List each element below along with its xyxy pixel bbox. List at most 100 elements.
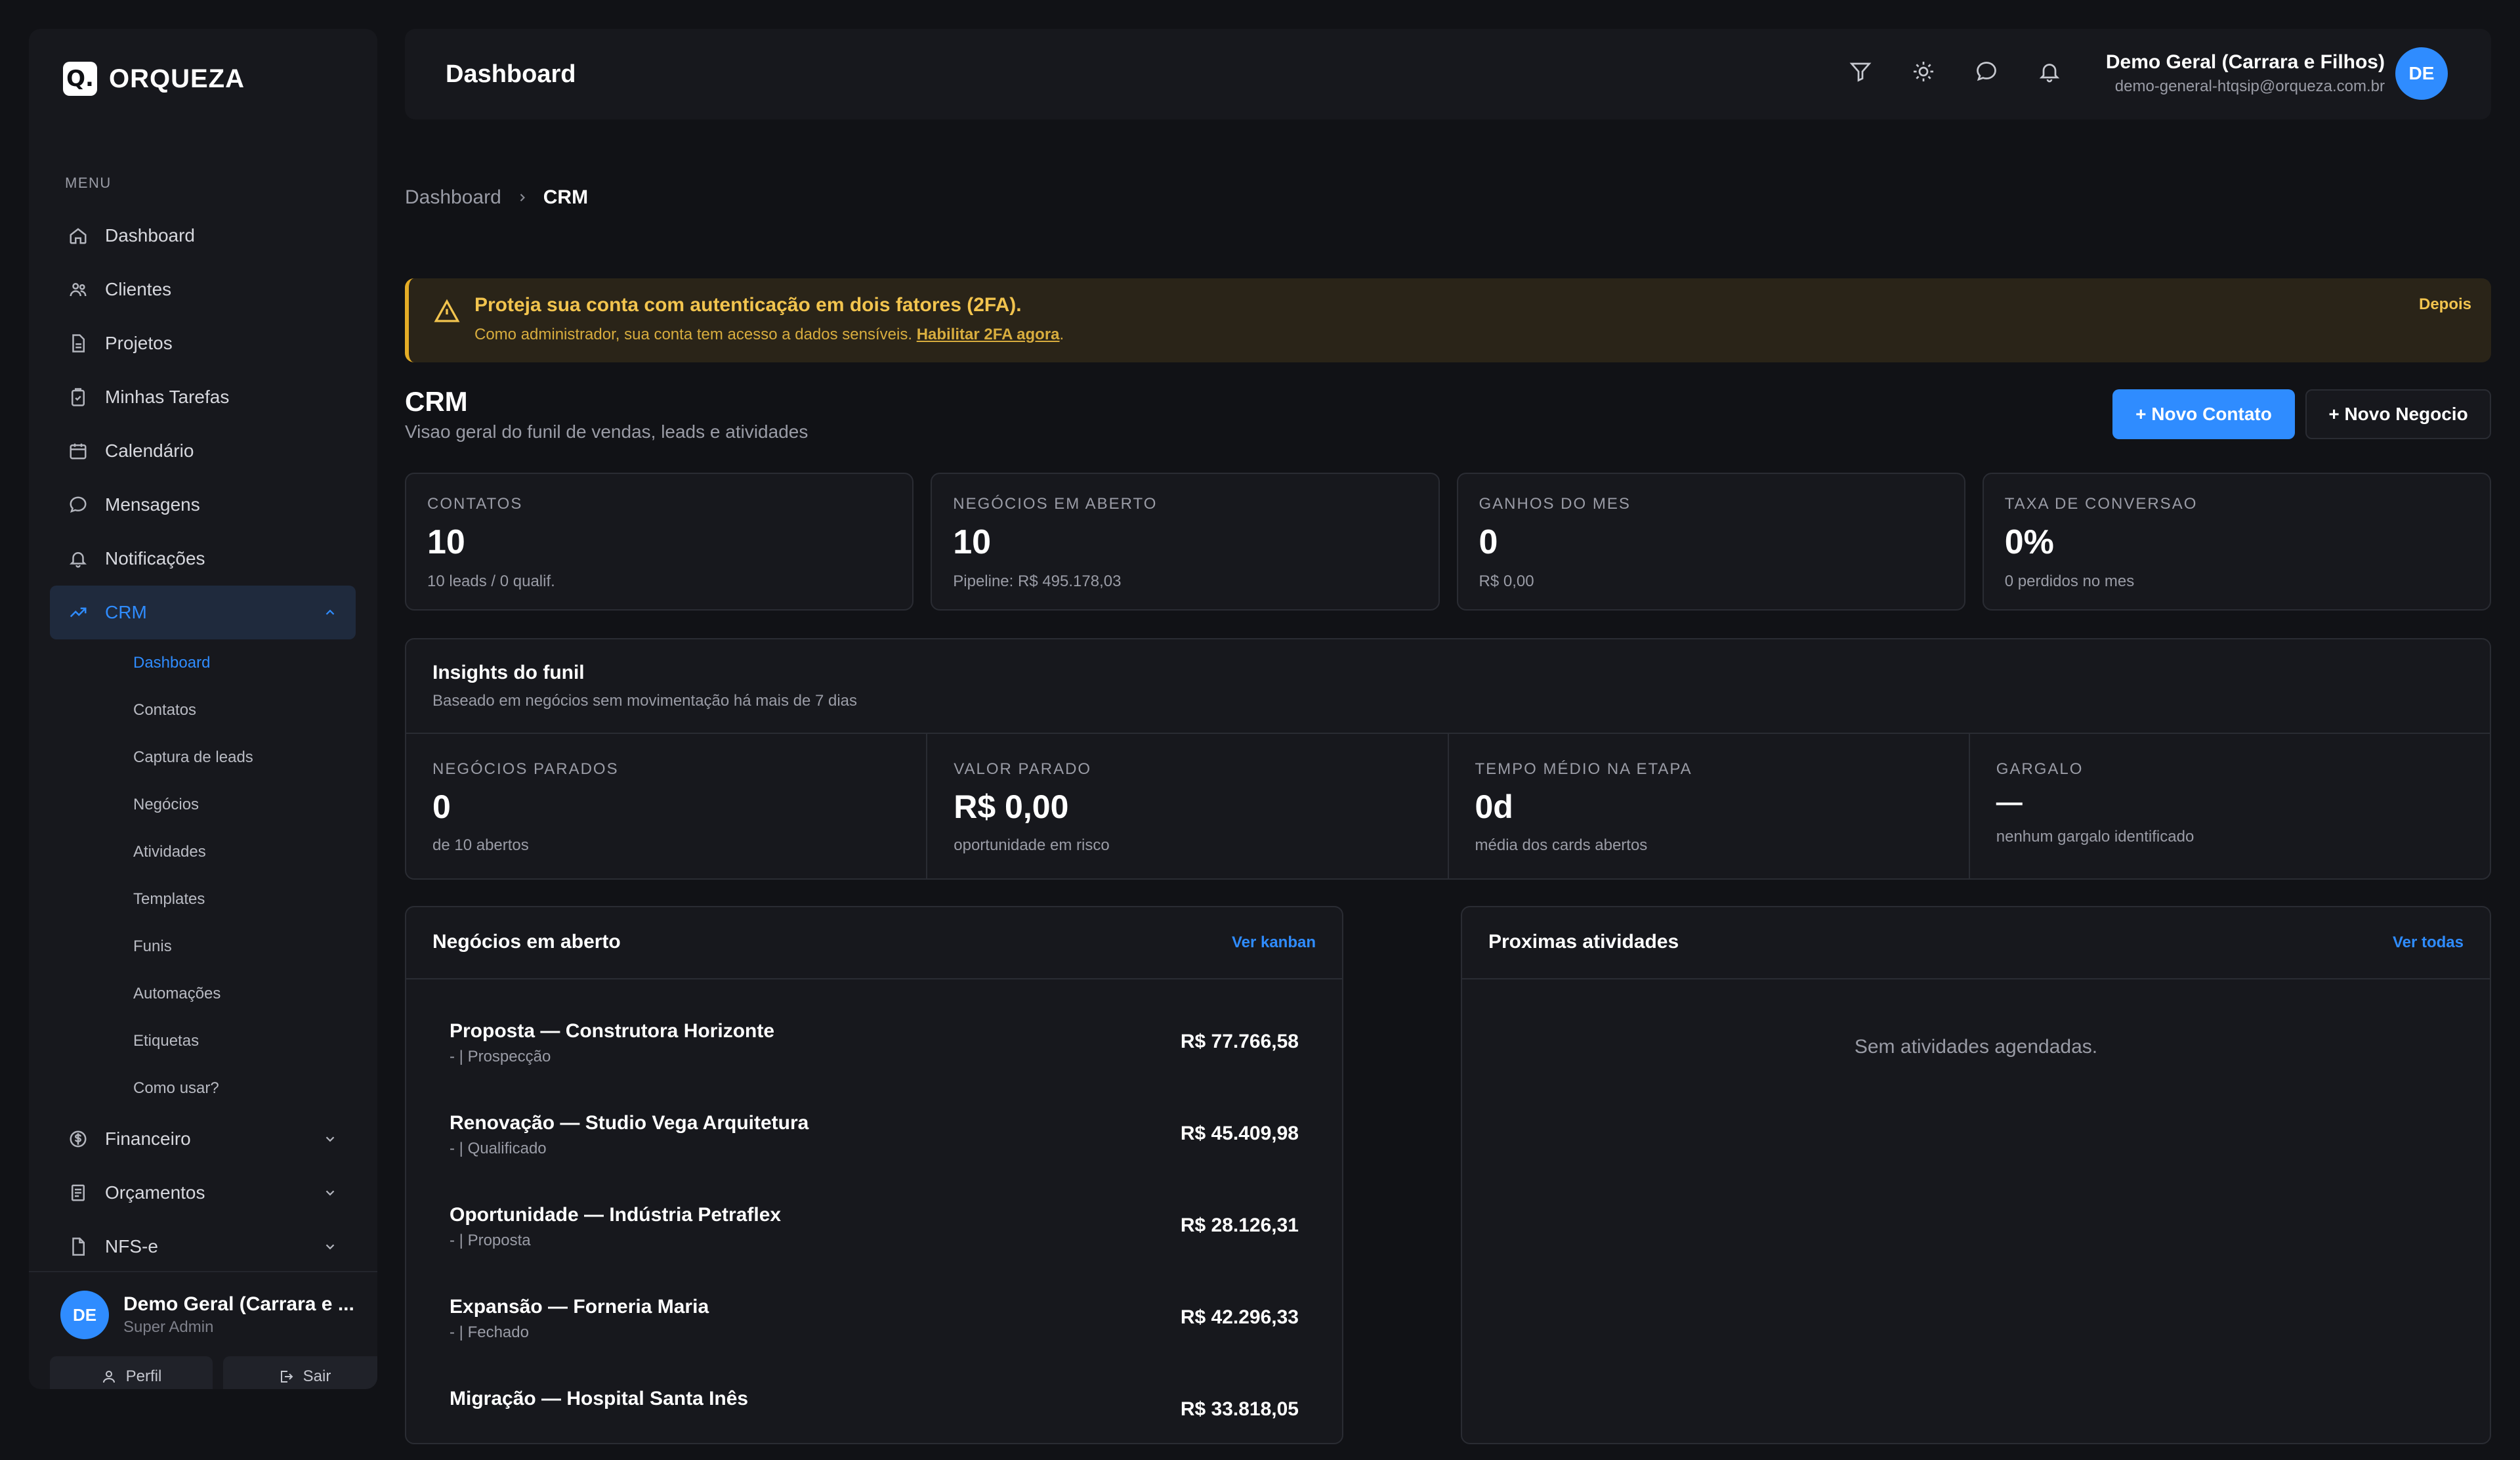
- submenu-item-captura-de-leads[interactable]: Captura de leads: [133, 734, 356, 781]
- warning-icon: [434, 298, 460, 324]
- sidebar-item-dashboard[interactable]: Dashboard: [50, 209, 356, 263]
- sidebar-item-financeiro[interactable]: Financeiro: [50, 1112, 356, 1166]
- sidebar-item-notificacoes[interactable]: Notificações: [50, 532, 356, 586]
- header-user-name: Demo Geral (Carrara e Filhos): [2105, 51, 2385, 73]
- sidebar-item-projetos[interactable]: Projetos: [50, 316, 356, 370]
- enable-2fa-link[interactable]: Habilitar 2FA agora: [917, 326, 1060, 343]
- header-user[interactable]: Demo Geral (Carrara e Filhos) demo-gener…: [2106, 51, 2385, 96]
- logout-button[interactable]: Sair: [223, 1356, 377, 1389]
- deal-stage: - | Qualificado: [450, 1140, 547, 1157]
- view-all-link[interactable]: Ver todas: [2393, 934, 2464, 952]
- bell-icon[interactable]: [2038, 60, 2061, 83]
- sidebar-item-label: Clientes: [105, 279, 172, 299]
- new-contact-button[interactable]: + Novo Contato: [2112, 389, 2295, 439]
- sidebar-user: DE Demo Geral (Carrara e ... Super Admin: [60, 1291, 354, 1339]
- sidebar-user-name: Demo Geral (Carrara e ...: [123, 1293, 354, 1315]
- submenu-item-etiquetas[interactable]: Etiquetas: [133, 1018, 356, 1065]
- logo[interactable]: Q. ORQUEZA: [63, 60, 245, 97]
- alert-period: .: [1059, 326, 1064, 343]
- chat-icon[interactable]: [1975, 60, 1998, 83]
- stat-card-contatos: CONTATOS 10 10 leads / 0 qualif.: [405, 473, 914, 611]
- sun-icon[interactable]: [1912, 60, 1935, 83]
- submenu-item-automacoes[interactable]: Automações: [133, 970, 356, 1018]
- deal-name: Migração — Hospital Santa Inês: [450, 1388, 749, 1409]
- insight-label: VALOR PARADO: [954, 760, 1092, 778]
- stat-sub: 0 perdidos no mes: [2004, 572, 2135, 590]
- funnel-insights: Insights do funil Baseado em negócios se…: [405, 638, 2491, 880]
- list-item[interactable]: Migração — Hospital Santa Inês R$ 33.818…: [450, 1388, 1299, 1460]
- sidebar-item-label: Dashboard: [105, 225, 195, 246]
- list-item[interactable]: Oportunidade — Indústria Petraflex - | P…: [450, 1204, 1299, 1276]
- logo-text: ORQUEZA: [109, 64, 245, 93]
- filter-icon[interactable]: [1849, 60, 1872, 83]
- deal-value: R$ 42.296,33: [1180, 1306, 1299, 1328]
- list-item[interactable]: Expansão — Forneria Maria - | Fechado R$…: [450, 1296, 1299, 1368]
- insight-valor-parado: VALOR PARADO R$ 0,00 oportunidade em ris…: [927, 734, 1449, 878]
- alert-description-text: Como administrador, sua conta tem acesso…: [474, 326, 913, 343]
- panel-title: Negócios em aberto: [432, 931, 621, 953]
- stat-label: GANHOS DO MES: [1479, 495, 1631, 513]
- submenu-item-funis[interactable]: Funis: [133, 923, 356, 970]
- stat-value: 0: [1479, 523, 1498, 561]
- submenu-item-como-usar[interactable]: Como usar?: [133, 1065, 356, 1112]
- insight-value: 0d: [1475, 788, 1513, 825]
- insight-label: GARGALO: [1996, 760, 2084, 778]
- page-title: Dashboard: [446, 60, 576, 88]
- section-title: CRM: [405, 386, 468, 417]
- chevron-right-icon: [516, 191, 529, 204]
- clipboard-icon: [68, 387, 88, 407]
- submenu-item-contatos[interactable]: Contatos: [133, 687, 356, 734]
- logo-mark: Q.: [63, 62, 97, 96]
- insight-label: TEMPO MÉDIO NA ETAPA: [1475, 760, 1692, 778]
- sidebar-item-minhas-tarefas[interactable]: Minhas Tarefas: [50, 370, 356, 424]
- stat-sub: 10 leads / 0 qualif.: [427, 572, 555, 590]
- new-deal-button[interactable]: + Novo Negocio: [2305, 389, 2491, 439]
- sidebar-item-mensagens[interactable]: Mensagens: [50, 478, 356, 532]
- invoice-icon: [68, 1237, 88, 1256]
- sidebar-item-label: Minhas Tarefas: [105, 387, 230, 407]
- insight-gargalo: GARGALO — nenhum gargalo identificado: [1970, 734, 2490, 878]
- insight-sub: média dos cards abertos: [1475, 836, 1648, 854]
- home-icon: [68, 226, 88, 246]
- upcoming-activities-panel: Proximas atividades Ver todas Sem ativid…: [1461, 906, 2491, 1444]
- avatar: DE: [60, 1291, 109, 1339]
- header-actions: [1849, 60, 2061, 83]
- dismiss-alert-button[interactable]: Depois: [2419, 295, 2471, 314]
- top-header: Dashboard Demo Geral (Carrara e Filhos) …: [405, 29, 2491, 119]
- sidebar-user-role: Super Admin: [123, 1318, 214, 1336]
- calendar-icon: [68, 441, 88, 461]
- breadcrumb-root[interactable]: Dashboard: [405, 186, 501, 209]
- list-item[interactable]: Proposta — Construtora Horizonte - | Pro…: [450, 1020, 1299, 1092]
- crm-submenu: Dashboard Contatos Captura de leads Negó…: [50, 639, 356, 1112]
- panel-header: Proximas atividades Ver todas: [1462, 907, 2490, 979]
- avatar[interactable]: DE: [2395, 47, 2448, 100]
- sidebar-item-orcamentos[interactable]: Orçamentos: [50, 1166, 356, 1220]
- open-deals-panel: Negócios em aberto Ver kanban Proposta —…: [405, 906, 1343, 1444]
- insight-value: —: [1996, 788, 2023, 817]
- stat-label: NEGÓCIOS EM ABERTO: [953, 495, 1158, 513]
- insights-row: NEGÓCIOS PARADOS 0 de 10 abertos VALOR P…: [406, 733, 2490, 878]
- trend-icon: [68, 603, 88, 622]
- stat-value: 10: [953, 523, 992, 561]
- submenu-item-atividades[interactable]: Atividades: [133, 828, 356, 876]
- sidebar-item-calendario[interactable]: Calendário: [50, 424, 356, 478]
- twofa-alert: Proteja sua conta com autenticação em do…: [405, 278, 2491, 362]
- insight-tempo-medio: TEMPO MÉDIO NA ETAPA 0d média dos cards …: [1449, 734, 1970, 878]
- stats-row: CONTATOS 10 10 leads / 0 qualif. NEGÓCIO…: [405, 473, 2491, 611]
- sidebar-item-crm[interactable]: CRM: [50, 586, 356, 639]
- submenu-item-negocios[interactable]: Negócios: [133, 781, 356, 828]
- sidebar-item-label: NFS-e: [105, 1236, 158, 1256]
- sidebar-item-clientes[interactable]: Clientes: [50, 263, 356, 316]
- submenu-item-templates[interactable]: Templates: [133, 876, 356, 923]
- sidebar-item-label: Calendário: [105, 440, 194, 461]
- insight-sub: oportunidade em risco: [954, 836, 1110, 854]
- profile-button[interactable]: Perfil: [50, 1356, 213, 1389]
- view-kanban-link[interactable]: Ver kanban: [1232, 934, 1316, 952]
- sidebar-item-nfse[interactable]: NFS-e: [50, 1220, 356, 1274]
- sidebar-item-label: Mensagens: [105, 494, 200, 515]
- chat-icon: [68, 495, 88, 515]
- chevron-down-icon: [323, 1132, 337, 1146]
- submenu-item-dashboard[interactable]: Dashboard: [133, 639, 356, 687]
- list-item[interactable]: Renovação — Studio Vega Arquitetura - | …: [450, 1112, 1299, 1184]
- insights-title: Insights do funil: [432, 662, 585, 683]
